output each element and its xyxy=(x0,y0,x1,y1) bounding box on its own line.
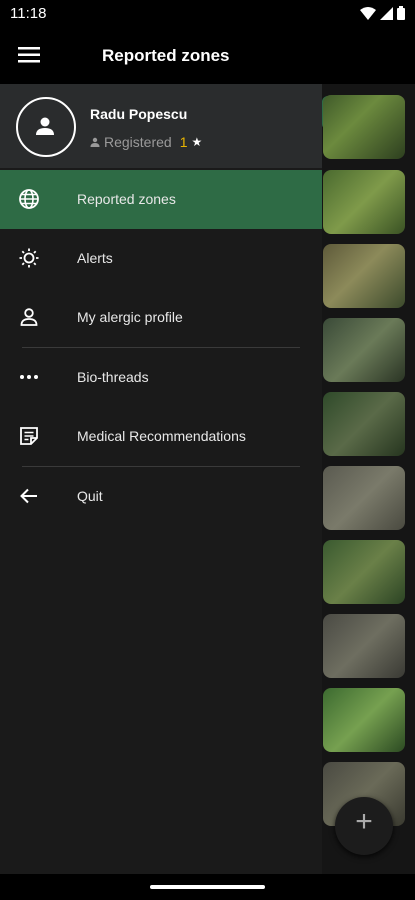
zone-thumbnail[interactable] xyxy=(323,318,405,382)
navigation-drawer: Radu Popescu Registered 1 ★ Reported zon… xyxy=(0,84,322,874)
zone-thumbnail[interactable] xyxy=(323,540,405,604)
sun-icon xyxy=(19,248,39,268)
user-small-icon xyxy=(90,137,100,147)
zone-thumbnail[interactable] xyxy=(323,95,405,159)
status-time: 11:18 xyxy=(10,5,47,22)
add-zone-button[interactable]: + xyxy=(335,797,393,855)
app-bar: Reported zones xyxy=(0,28,415,84)
home-indicator[interactable] xyxy=(150,885,265,889)
nav-label-quit: Quit xyxy=(77,488,103,504)
page-title: Reported zones xyxy=(102,46,230,65)
zone-thumbnail[interactable] xyxy=(323,244,405,308)
zone-thumbnail[interactable] xyxy=(323,466,405,530)
user-name: Radu Popescu xyxy=(90,106,188,122)
nav-label-alerts: Alerts xyxy=(77,250,113,266)
zone-thumbnail[interactable] xyxy=(323,392,405,456)
system-navigation-bar xyxy=(0,874,415,900)
status-icons xyxy=(360,6,405,20)
user-status-label: Registered xyxy=(104,134,172,150)
globe-icon xyxy=(19,189,39,209)
nav-item-alergic-profile[interactable]: My alergic profile xyxy=(0,288,322,347)
signal-icon xyxy=(380,6,393,20)
more-horizontal-icon xyxy=(20,375,38,379)
user-rating: 1 xyxy=(179,134,188,150)
wifi-icon xyxy=(360,6,376,20)
star-icon: ★ xyxy=(191,135,203,149)
menu-icon[interactable] xyxy=(18,46,40,64)
nav-label-medical-recommendations: Medical Recommendations xyxy=(77,428,246,444)
arrow-back-icon xyxy=(20,488,37,504)
person-icon xyxy=(36,117,54,135)
zone-thumbnail[interactable] xyxy=(323,614,405,678)
nav-item-alerts[interactable]: Alerts xyxy=(0,229,322,288)
person-icon xyxy=(20,308,38,326)
nav-item-bio-threads[interactable]: Bio-threads xyxy=(0,348,322,407)
nav-label-alergic-profile: My alergic profile xyxy=(77,309,183,325)
zone-thumbnail[interactable] xyxy=(323,170,405,234)
avatar[interactable] xyxy=(16,97,76,157)
status-bar: 11:18 xyxy=(0,0,415,28)
plus-icon: + xyxy=(355,805,373,838)
nav-item-medical-recommendations[interactable]: Medical Recommendations xyxy=(0,407,322,466)
nav-label-reported-zones: Reported zones xyxy=(77,191,176,207)
user-status: Registered 1 ★ xyxy=(90,134,202,150)
notes-icon xyxy=(20,427,38,445)
drawer-header: Radu Popescu Registered 1 ★ xyxy=(0,84,322,168)
nav-label-bio-threads: Bio-threads xyxy=(77,369,149,385)
zone-thumbnail[interactable] xyxy=(323,688,405,752)
nav-item-quit[interactable]: Quit xyxy=(0,467,322,526)
nav-item-reported-zones[interactable]: Reported zones xyxy=(0,170,322,229)
battery-icon xyxy=(397,6,405,20)
